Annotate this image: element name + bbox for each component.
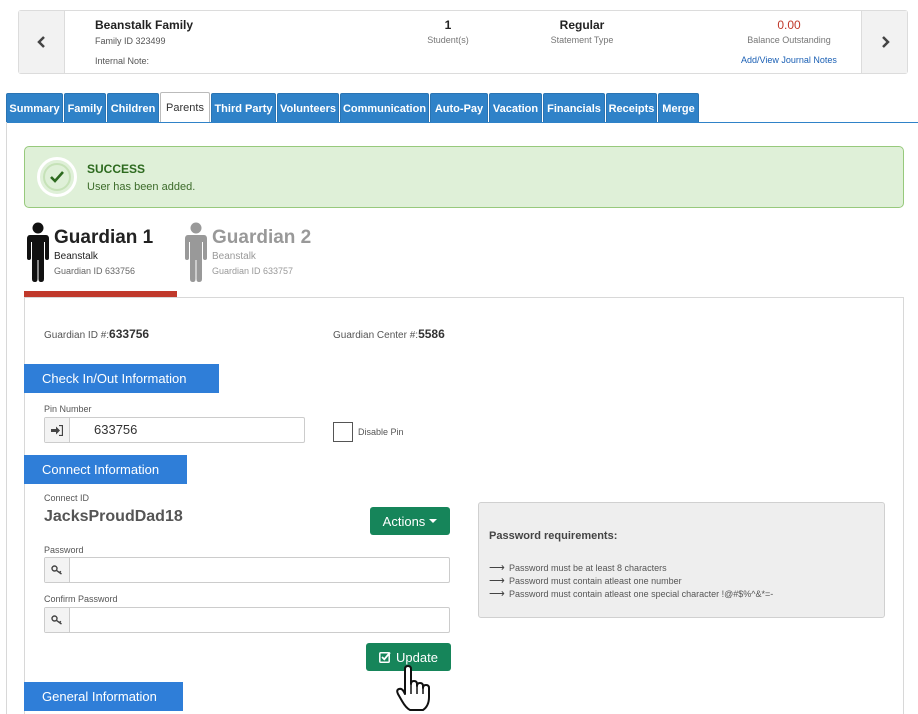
person-icon: [27, 222, 49, 282]
key-icon: [45, 558, 70, 582]
connect-id-label: Connect ID: [44, 493, 90, 503]
check-circle-icon: [37, 157, 77, 197]
guardian-1-id: Guardian ID 633756: [54, 266, 136, 276]
pin-number-value: 633756: [94, 422, 138, 437]
password-value: [70, 558, 94, 582]
family-header-card: Beanstalk Family Family ID 323499 Intern…: [18, 10, 908, 74]
chevron-right-icon: [881, 36, 890, 48]
disable-pin-label: Disable Pin: [358, 427, 404, 437]
alert-message: User has been added.: [87, 181, 196, 193]
check-square-icon: [379, 651, 391, 663]
disable-pin-checkbox[interactable]: [333, 422, 353, 442]
list-item: ⟶ Password must contain atleast one numbe…: [489, 575, 682, 587]
statement-type-label: Statement Type: [550, 35, 614, 45]
next-family-button[interactable]: [861, 11, 907, 73]
balance-value: 0.00: [777, 18, 801, 32]
tab-third-party[interactable]: Third Party: [211, 93, 276, 123]
update-label: Update: [396, 649, 438, 665]
balance-label: Balance Outstanding: [747, 35, 831, 45]
tab-children[interactable]: Children: [107, 93, 159, 123]
previous-family-button[interactable]: [19, 11, 65, 73]
checkin-section-header: Check In/Out Information: [24, 364, 219, 393]
tab-receipts[interactable]: Receipts: [606, 93, 657, 123]
arrow-right-icon: ⟶: [489, 588, 505, 600]
panel-border: [24, 297, 904, 298]
tab-summary[interactable]: Summary: [6, 93, 63, 123]
guardian-id-label: Guardian ID #:: [44, 330, 110, 341]
guardian-id-value: 633756: [109, 327, 150, 341]
actions-label: Actions: [382, 513, 426, 529]
password-field[interactable]: [44, 557, 450, 583]
password-requirements-list: ⟶ Password must be at least 8 characters …: [489, 561, 773, 600]
tab-parents[interactable]: Parents: [160, 92, 210, 123]
content-border: [6, 122, 7, 714]
confirm-password-value: [70, 608, 94, 632]
guardian-id-info: Guardian ID #:633756: [44, 327, 149, 341]
person-icon: [185, 222, 207, 282]
panel-border: [903, 297, 904, 714]
family-tabs: Summary Family Children Parents Third Pa…: [6, 92, 700, 123]
password-label: Password: [44, 545, 84, 555]
pin-number-label: Pin Number: [44, 404, 92, 414]
connect-id-value: JacksProudDad18: [44, 508, 183, 525]
guardian-center-info: Guardian Center #:5586: [333, 327, 445, 341]
students-label: Student(s): [427, 35, 469, 45]
journal-notes-link[interactable]: Add/View Journal Notes: [719, 55, 859, 65]
tab-merge[interactable]: Merge: [658, 93, 699, 123]
internal-note-label: Internal Note:: [95, 56, 150, 66]
actions-dropdown-button[interactable]: Actions: [370, 507, 450, 535]
tabs-divider: [6, 122, 918, 123]
statement-type-value: Regular: [559, 18, 605, 32]
guardian-1-last-name: Beanstalk: [54, 251, 98, 262]
guardian-2-title: Guardian 2: [212, 227, 312, 248]
pin-number-field[interactable]: 633756: [44, 417, 305, 443]
confirm-password-field[interactable]: [44, 607, 450, 633]
tab-volunteers[interactable]: Volunteers: [277, 93, 339, 123]
guardian-2-last-name: Beanstalk: [212, 251, 256, 262]
confirm-password-label: Confirm Password: [44, 594, 118, 604]
family-id: Family ID 323499: [95, 36, 166, 46]
tab-auto-pay[interactable]: Auto-Pay: [430, 93, 488, 123]
arrow-right-icon: ⟶: [489, 575, 505, 587]
tab-family[interactable]: Family: [64, 93, 106, 123]
tab-financials[interactable]: Financials: [543, 93, 605, 123]
statement-type-stat: Regular Statement Type: [537, 18, 627, 45]
guardian-center-value: 5586: [418, 327, 445, 341]
chevron-left-icon: [36, 36, 45, 48]
hand-pointer-cursor-icon: [396, 665, 430, 711]
guardian-1-title: Guardian 1: [54, 227, 154, 248]
arrow-right-icon: ⟶: [489, 562, 505, 574]
balance-stat: 0.00 Balance Outstanding: [719, 18, 859, 45]
guardian-center-label: Guardian Center #:: [333, 330, 419, 341]
connect-section-header: Connect Information: [24, 455, 187, 484]
alert-title: SUCCESS: [87, 162, 146, 176]
password-requirements-title: Password requirements:: [489, 530, 618, 542]
students-count: 1: [444, 18, 452, 32]
tab-communication[interactable]: Communication: [340, 93, 429, 123]
general-section-header: General Information: [24, 682, 183, 711]
tab-vacation[interactable]: Vacation: [489, 93, 542, 123]
password-requirements-box: Password requirements: ⟶ Password must be…: [478, 502, 885, 618]
success-alert: SUCCESS User has been added.: [24, 146, 904, 208]
students-stat: 1 Student(s): [403, 18, 493, 45]
sign-in-icon: [45, 418, 70, 442]
key-icon: [45, 608, 70, 632]
caret-down-icon: [429, 519, 438, 523]
panel-border: [24, 297, 25, 714]
family-name: Beanstalk Family: [95, 18, 194, 32]
list-item: ⟶ Password must contain atleast one speci…: [489, 588, 774, 600]
list-item: ⟶ Password must be at least 8 characters: [489, 562, 667, 574]
guardian-2-id: Guardian ID 633757: [212, 266, 294, 276]
